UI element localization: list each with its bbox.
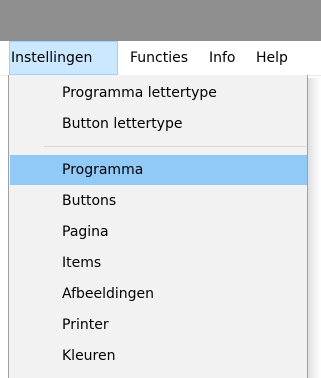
instellingen-dropdown-menu: Programma lettertype Button lettertype P… — [8, 75, 308, 378]
menu-item-buttons[interactable]: Buttons — [10, 186, 307, 216]
menu-info-label: Info — [209, 50, 236, 66]
menu-help[interactable]: Help — [256, 41, 301, 75]
window-title-bar — [0, 0, 321, 41]
menu-item-items[interactable]: Items — [10, 248, 307, 278]
menu-item-printer[interactable]: Printer — [10, 310, 307, 340]
dropdown-shadow — [308, 78, 321, 378]
menu-item-kleuren[interactable]: Kleuren — [10, 341, 307, 371]
menu-help-label: Help — [256, 50, 288, 66]
menu-item-label: Kleuren — [62, 348, 116, 364]
menu-bar: Instellingen Functies Info Help — [0, 41, 321, 76]
menu-info[interactable]: Info — [209, 41, 249, 75]
menu-item-afbeeldingen[interactable]: Afbeeldingen — [10, 279, 307, 309]
menu-item-pagina[interactable]: Pagina — [10, 217, 307, 247]
menu-functies[interactable]: Functies — [130, 41, 200, 75]
menu-item-label: Items — [62, 255, 102, 271]
menu-separator — [44, 146, 306, 147]
menu-item-programma-lettertype[interactable]: Programma lettertype — [10, 78, 307, 108]
menu-item-label: Pagina — [62, 224, 109, 240]
menu-instellingen[interactable]: Instellingen — [9, 41, 118, 75]
menu-item-label: Programma — [62, 162, 144, 178]
menu-item-label: Afbeeldingen — [62, 286, 155, 302]
menu-functies-label: Functies — [130, 50, 189, 66]
menu-item-label: Button lettertype — [62, 116, 183, 132]
menu-item-label: Printer — [62, 317, 109, 333]
menu-item-label: Buttons — [62, 193, 117, 209]
menu-item-label: Programma lettertype — [62, 85, 217, 101]
menu-item-programma[interactable]: Programma — [10, 155, 307, 185]
menu-item-button-lettertype[interactable]: Button lettertype — [10, 109, 307, 139]
menu-instellingen-label: Instellingen — [11, 50, 93, 66]
